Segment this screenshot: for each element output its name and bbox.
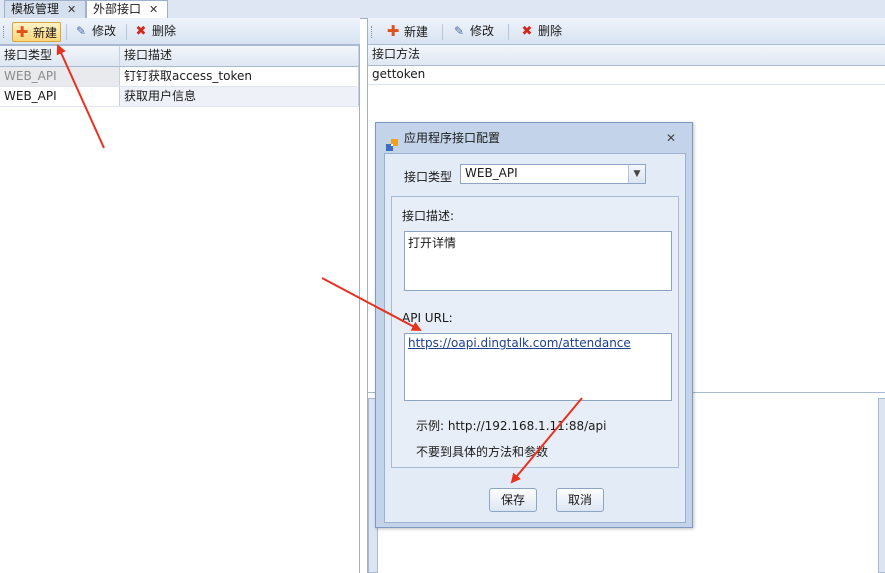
arrow-to-new-button <box>56 44 105 149</box>
arrow-to-url-field <box>321 277 422 331</box>
arrow-to-save-button <box>510 397 583 484</box>
annotation-arrows <box>56 44 583 484</box>
